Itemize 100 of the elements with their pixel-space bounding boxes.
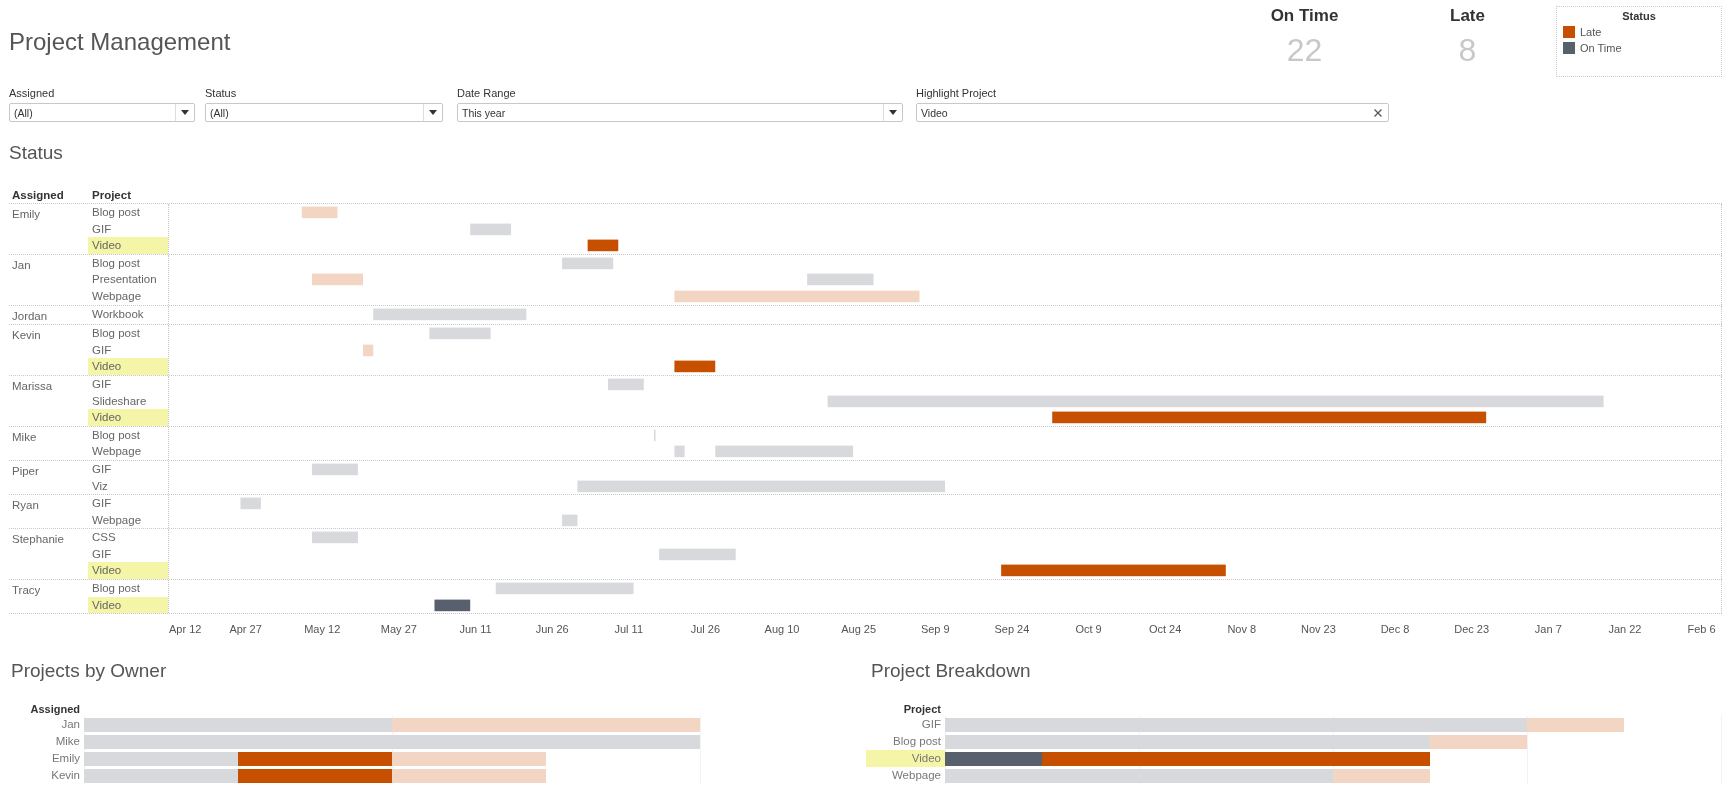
gantt-bar [807,273,874,286]
axis-tick-label: Dec 8 [1380,623,1410,636]
row-header: Mike [12,430,37,443]
axis-tick-label: Oct 24 [1148,623,1182,636]
gantt-bar [674,360,716,373]
axis-title: Project [903,702,941,717]
caret-icon[interactable] [429,110,437,115]
caret-icon[interactable] [889,110,897,115]
gantt-bar [562,257,614,269]
row-header: Kevin [12,329,41,342]
dropdown-field[interactable]: This year [457,103,903,122]
legend-title: Status [1621,10,1657,22]
axis-title: Assigned [30,702,80,717]
axis-tick-label: May 27 [380,623,417,636]
category-label: Jan [61,717,80,733]
filter-label: Status [205,87,238,101]
dashboard-title: Project Management [9,28,231,56]
category-label: Mike [55,734,80,750]
row-label: Webpage [91,444,143,460]
axis-tick-label: Oct 9 [1075,623,1102,636]
category-label: Kevin [51,768,80,784]
section-title: Status [9,141,64,165]
legend-label: Late [1580,26,1602,38]
row-label: Blog post [91,205,141,220]
row-label: GIF [91,376,113,392]
axis-tick-label: Aug 10 [764,623,800,636]
row-label: Video [88,358,168,375]
row-label: Webpage [91,288,143,304]
row-label: GIF [91,496,113,512]
axis-tick-label: Jul 26 [690,623,721,636]
axis-tick-label: Jan 22 [1608,623,1642,636]
filter-label: Assigned [9,87,56,101]
row-label: GIF [91,342,113,358]
gantt-bar [434,599,471,611]
axis-tick-label: Apr 12 [169,623,202,636]
close-icon[interactable] [1374,108,1382,117]
row-header: Jordan [12,309,48,322]
row-label: Video [88,237,168,254]
row-label: Presentation [91,272,158,288]
section-title: Projects by Owner [10,659,168,684]
axis-tick-label: Sep 9 [920,623,950,636]
gantt-bar [311,531,358,544]
gantt-bar [608,378,644,391]
row-header: Ryan [12,499,39,512]
text-field[interactable]: Video [916,103,1389,122]
row-label: Video [88,409,168,426]
axis-tick-label: May 12 [304,623,341,636]
gantt-bar [363,344,374,356]
row-label: Blog post [91,581,141,597]
category-label: Emily [51,751,80,767]
row-label: Viz [91,478,109,494]
row-label: Blog post [91,255,141,271]
section-title: Project Breakdown [870,659,1032,684]
row-label: CSS [91,530,117,546]
gantt-bar [674,445,685,458]
axis-tick-label: Aug 25 [841,623,877,636]
gantt-bar [562,514,578,526]
row-header: Emily [12,208,41,220]
row-header: Jan [12,258,31,271]
column-header: Assigned [11,189,65,201]
dropdown-field[interactable]: (All) [9,103,195,122]
row-label: Video [88,596,168,614]
dropdown-field[interactable]: (All) [205,103,443,122]
filter-label: Date Range [457,87,517,101]
row-label: Blog post [91,326,141,342]
row-label: Video [88,562,168,580]
caret-icon[interactable] [181,110,189,115]
filter-label: Highlight Project [916,87,998,101]
row-label: GIF [91,221,113,237]
gantt-bar [311,273,363,286]
category-label: Blog post [893,734,941,750]
axis-tick-label: Jun 26 [535,623,569,636]
axis-tick-label: Jun 11 [459,623,492,636]
category-label: Video [911,751,941,767]
row-header: Stephanie [12,533,64,546]
axis-tick-label: Apr 27 [229,623,262,636]
column-header: Project [91,189,132,201]
row-label: GIF [91,546,113,562]
gantt-bar [240,497,261,510]
gantt-bar [301,206,338,219]
gantt-bar [470,223,512,235]
axis-tick-label: Dec 23 [1454,623,1490,636]
axis-tick-label: Nov 23 [1301,623,1336,636]
row-label: Slideshare [91,393,148,409]
axis-tick-label: Jan 7 [1534,623,1562,636]
category-label: GIF [921,717,941,733]
gantt-bar [587,239,619,252]
axis-tick-label: Feb 6 [1687,623,1716,636]
kpi-label: On Time [1270,6,1339,26]
axis-tick-label: Nov 8 [1227,623,1257,636]
row-header: Marissa [12,379,53,392]
category-label: Webpage [891,768,941,784]
row-header: Tracy [12,584,41,597]
row-label: Blog post [91,427,141,443]
row-header: Piper [12,464,39,477]
kpi-label: Late [1450,6,1485,26]
axis-tick-label: Jul 11 [614,623,644,636]
axis-tick-label: Sep 24 [994,623,1030,636]
legend-label: On Time [1580,42,1622,54]
gantt-bar [311,463,358,476]
